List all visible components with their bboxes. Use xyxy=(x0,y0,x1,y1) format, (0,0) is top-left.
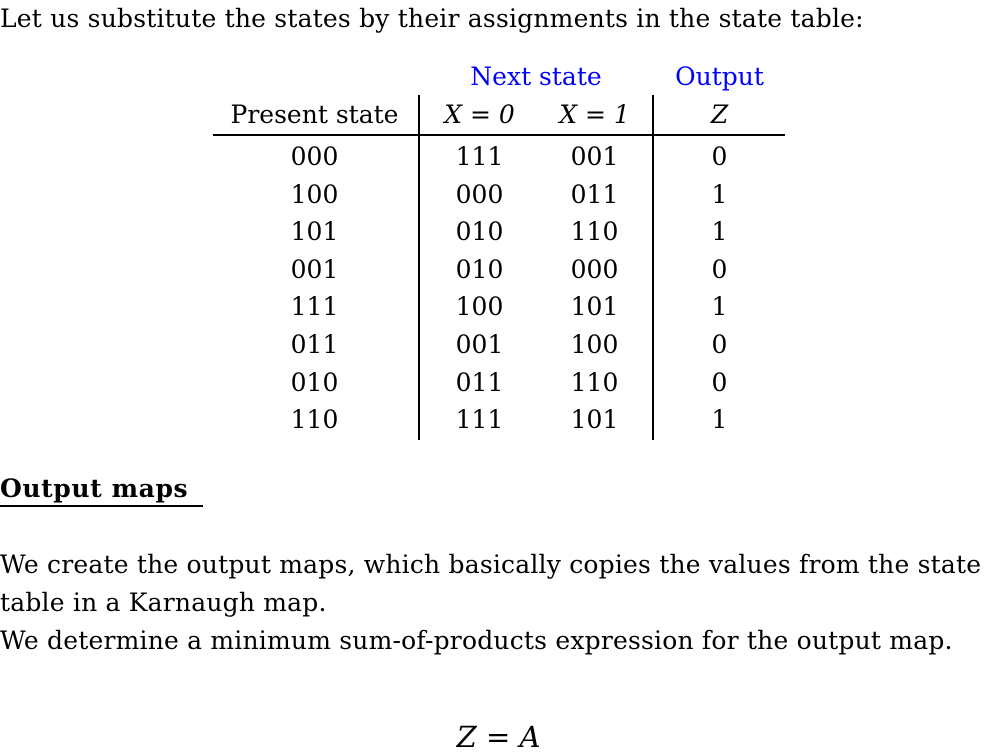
cell-next-state-x1: 110 xyxy=(570,367,619,397)
column-header-z: Z xyxy=(710,100,729,129)
cell-output-z: 1 xyxy=(711,292,728,322)
cell-next-state-x0: 011 xyxy=(455,367,504,397)
group-header-output: Output xyxy=(675,62,764,91)
cell-present-state: 111 xyxy=(290,292,339,322)
cell-output-z: 1 xyxy=(711,405,728,435)
cell-output-z: 0 xyxy=(711,329,728,359)
table-row: 001 010 000 0 xyxy=(213,255,786,293)
column-header-x-equals-0: X = 0 xyxy=(444,100,515,129)
column-header-x-equals-1: X = 1 xyxy=(559,100,630,129)
table-body: 000 111 001 0 100 000 011 1 101 010 110 1 001 010 000 0… xyxy=(213,142,786,443)
cell-present-state: 011 xyxy=(290,329,339,359)
display-equation-output: Z = A xyxy=(456,720,541,754)
table-header-rule xyxy=(213,134,785,136)
cell-next-state-x0: 100 xyxy=(455,292,504,322)
cell-next-state-x1: 110 xyxy=(570,217,619,247)
cell-next-state-x1: 101 xyxy=(570,292,619,322)
cell-next-state-x1: 100 xyxy=(570,329,619,359)
cell-present-state: 101 xyxy=(290,217,339,247)
table-row: 100 000 011 1 xyxy=(213,180,786,218)
intro-paragraph: Let us substitute the states by their as… xyxy=(0,4,864,33)
cell-present-state: 000 xyxy=(290,142,339,171)
cell-present-state: 001 xyxy=(290,254,339,284)
cell-output-z: 0 xyxy=(711,142,728,171)
body-paragraph-line-1: We create the output maps, which basical… xyxy=(0,550,982,579)
cell-output-z: 0 xyxy=(711,367,728,397)
cell-output-z: 1 xyxy=(711,179,728,209)
cell-next-state-x0: 000 xyxy=(455,179,504,209)
column-header-present-state: Present state xyxy=(230,100,399,129)
cell-output-z: 0 xyxy=(711,254,728,284)
document-page: Let us substitute the states by their as… xyxy=(0,0,997,754)
cell-next-state-x1: 001 xyxy=(570,142,619,171)
table-row: 111 100 101 1 xyxy=(213,292,786,330)
state-transition-table: Next state Output Present state X = 0 X … xyxy=(213,62,786,444)
cell-present-state: 010 xyxy=(290,367,339,397)
cell-next-state-x0: 111 xyxy=(455,405,504,435)
cell-next-state-x0: 010 xyxy=(455,217,504,247)
table-row: 110 111 101 1 xyxy=(213,405,786,443)
cell-output-z: 1 xyxy=(711,217,728,247)
table-row: 101 010 110 1 xyxy=(213,217,786,255)
cell-next-state-x0: 010 xyxy=(455,254,504,284)
table-group-header-row: Next state Output xyxy=(213,62,786,96)
body-paragraph-line-2: table in a Karnaugh map. xyxy=(0,588,327,617)
group-header-next-state: Next state xyxy=(470,62,602,91)
body-paragraph-line-3: We determine a minimum sum-of-products e… xyxy=(0,626,953,655)
table-row: 000 111 001 0 xyxy=(213,142,786,180)
table-row: 011 001 100 0 xyxy=(213,330,786,368)
cell-next-state-x0: 111 xyxy=(455,142,504,171)
section-heading-output-maps: Output maps xyxy=(0,474,189,503)
cell-present-state: 110 xyxy=(290,405,339,435)
table-row: 010 011 110 0 xyxy=(213,368,786,406)
cell-next-state-x1: 101 xyxy=(570,405,619,435)
cell-next-state-x1: 000 xyxy=(570,254,619,284)
cell-next-state-x0: 001 xyxy=(455,329,504,359)
table-column-header-row: Present state X = 0 X = 1 Z xyxy=(213,100,786,132)
section-heading-underline xyxy=(0,505,203,507)
cell-present-state: 100 xyxy=(290,179,339,209)
cell-next-state-x1: 011 xyxy=(570,179,619,209)
